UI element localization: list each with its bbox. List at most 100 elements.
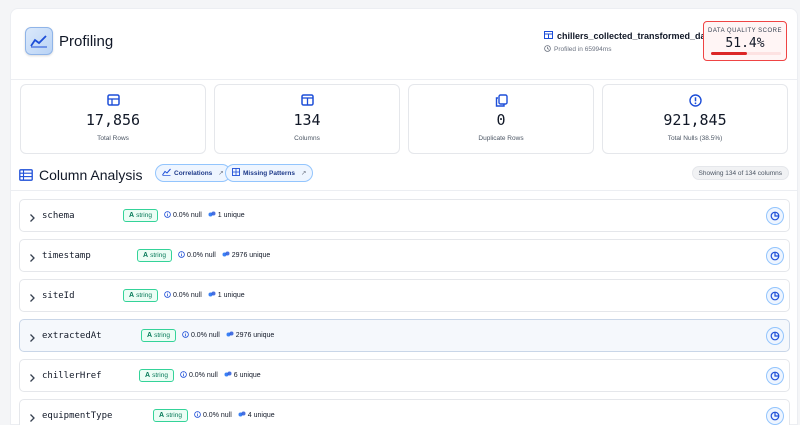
unique-stat: 4 unique: [238, 411, 275, 420]
columns-icon: [215, 94, 399, 108]
type-badge: Astring: [141, 329, 176, 342]
fingerprint-icon: [226, 331, 234, 340]
pie-chart-icon: [770, 291, 780, 301]
string-type-icon: A: [159, 412, 165, 419]
type-label: string: [136, 212, 152, 219]
null-stat: 0.0% null: [194, 411, 232, 420]
fingerprint-icon: [238, 411, 246, 420]
column-chart-button[interactable]: [766, 207, 784, 225]
correlations-button[interactable]: Correlations ↗: [155, 164, 231, 182]
null-text: 0.0% null: [188, 372, 218, 379]
data-quality-score: DATA QUALITY SCORE 51.4%: [703, 21, 787, 61]
stat-columns: 134 Columns: [214, 84, 400, 154]
pie-chart-icon: [770, 211, 780, 221]
stat-total-rows: 17,856 Total Rows: [20, 84, 206, 154]
null-text: 0.0% null: [190, 332, 220, 339]
fingerprint-icon: [224, 371, 232, 380]
unique-text: 2976 unique: [235, 332, 275, 339]
null-text: 0.0% null: [172, 292, 202, 299]
column-name: equipmentType: [42, 411, 113, 421]
column-meta: Astring 0.0% null 1 unique: [123, 209, 245, 222]
null-stat: 0.0% null: [180, 371, 218, 380]
stat-label: Columns: [294, 135, 320, 142]
clock-icon: [544, 45, 551, 54]
type-badge: Astring: [123, 209, 158, 222]
chart-line-icon: [25, 27, 53, 55]
external-link-icon: ↗: [218, 170, 224, 177]
alert-circle-icon: [603, 94, 787, 108]
info-icon: [164, 211, 171, 220]
column-row[interactable]: equipmentType Astring 0.0% null 4 unique: [19, 399, 790, 425]
profiling-page: Profiling chillers_collected_transformed…: [10, 8, 798, 425]
stat-value: 921,845: [663, 111, 727, 129]
column-row[interactable]: chillerHref Astring 0.0% null 6 unique: [19, 359, 790, 392]
null-text: 0.0% null: [202, 412, 232, 419]
stat-value: 0: [496, 111, 506, 129]
chevron-right-icon[interactable]: [29, 250, 36, 268]
pie-chart-icon: [770, 371, 780, 381]
column-name: chillerHref: [42, 371, 102, 381]
chart-line-icon: [162, 168, 171, 178]
grid-icon: [232, 168, 240, 178]
unique-text: 2976 unique: [231, 252, 271, 259]
column-name: extractedAt: [42, 331, 102, 341]
column-meta: Astring 0.0% null 2976 unique: [137, 249, 270, 262]
type-badge: Astring: [137, 249, 172, 262]
profiled-time: Profiled in 65994ms: [554, 46, 612, 53]
null-stat: 0.0% null: [182, 331, 220, 340]
column-row[interactable]: timestamp Astring 0.0% null 2976 unique: [19, 239, 790, 272]
type-label: string: [166, 412, 182, 419]
string-type-icon: A: [129, 292, 135, 299]
quality-label: DATA QUALITY SCORE: [707, 28, 782, 34]
external-link-icon: ↗: [301, 170, 307, 177]
pie-chart-icon: [770, 411, 780, 421]
type-label: string: [136, 292, 152, 299]
column-analysis-header: Column Analysis Correlations ↗ Missing P…: [19, 164, 791, 188]
null-text: 0.0% null: [172, 212, 202, 219]
null-stat: 0.0% null: [164, 291, 202, 300]
correlations-label: Correlations: [174, 169, 213, 177]
missing-patterns-button[interactable]: Missing Patterns ↗: [225, 164, 314, 182]
column-meta: Astring 0.0% null 4 unique: [153, 409, 275, 422]
column-meta: Astring 0.0% null 1 unique: [123, 289, 245, 302]
stat-duplicate-rows: 0 Duplicate Rows: [408, 84, 594, 154]
column-row[interactable]: schema Astring 0.0% null 1 unique: [19, 199, 790, 232]
fingerprint-icon: [208, 211, 216, 220]
unique-stat: 2976 unique: [226, 331, 275, 340]
column-chart-button[interactable]: [766, 327, 784, 345]
chevron-right-icon[interactable]: [29, 330, 36, 348]
page-title: Profiling: [59, 33, 114, 50]
column-row[interactable]: siteId Astring 0.0% null 1 unique: [19, 279, 790, 312]
info-icon: [194, 411, 201, 420]
type-badge: Astring: [153, 409, 188, 422]
column-row[interactable]: extractedAt Astring 0.0% null 2976 unique: [19, 319, 790, 352]
type-badge: Astring: [123, 289, 158, 302]
table-icon: [544, 31, 553, 41]
column-name: schema: [42, 211, 75, 221]
string-type-icon: A: [145, 372, 151, 379]
string-type-icon: A: [129, 212, 135, 219]
unique-stat: 1 unique: [208, 211, 245, 220]
unique-text: 1 unique: [217, 292, 245, 299]
chevron-right-icon[interactable]: [29, 370, 36, 388]
chevron-right-icon[interactable]: [29, 410, 36, 425]
fingerprint-icon: [208, 291, 216, 300]
stat-label: Total Nulls (38.5%): [667, 135, 723, 142]
string-type-icon: A: [143, 252, 149, 259]
null-stat: 0.0% null: [164, 211, 202, 220]
quality-value: 51.4%: [725, 36, 765, 51]
info-icon: [178, 251, 185, 260]
column-chart-button[interactable]: [766, 367, 784, 385]
copy-icon: [409, 94, 593, 108]
column-chart-button[interactable]: [766, 407, 784, 425]
column-chart-button[interactable]: [766, 287, 784, 305]
column-chart-button[interactable]: [766, 247, 784, 265]
unique-stat: 1 unique: [208, 291, 245, 300]
missing-patterns-label: Missing Patterns: [243, 169, 296, 177]
column-name: siteId: [42, 291, 75, 301]
chevron-right-icon[interactable]: [29, 210, 36, 228]
info-icon: [182, 331, 189, 340]
unique-text: 6 unique: [233, 372, 261, 379]
stat-total-nulls: 921,845 Total Nulls (38.5%): [602, 84, 788, 154]
chevron-right-icon[interactable]: [29, 290, 36, 308]
